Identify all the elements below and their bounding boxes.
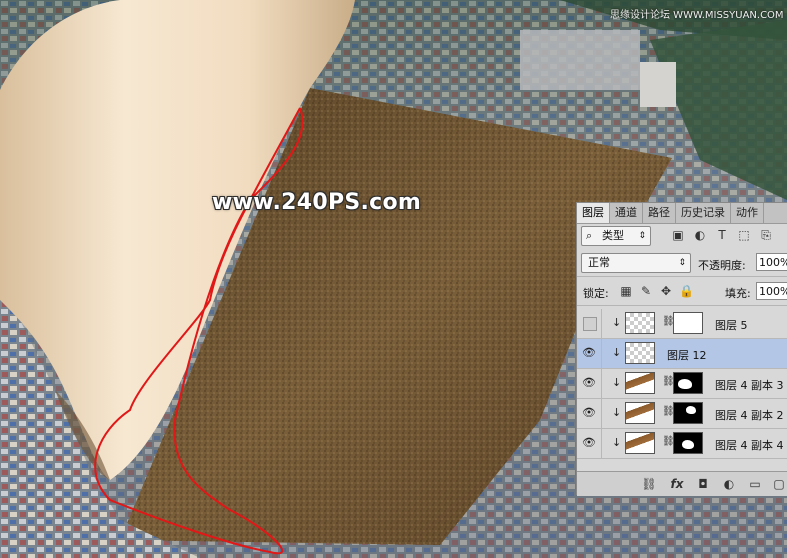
layer-thumbnail [625,432,655,454]
new-layer-icon[interactable]: ▢ [771,476,787,492]
layer-row[interactable]: 👁 ↓ ⛓ 图层 4 副本 4 [577,429,787,459]
layer-name[interactable]: 图层 5 [715,317,748,333]
eye-icon[interactable]: 👁 [581,406,597,420]
filter-kind-label: 类型 [602,229,624,242]
eye-icon[interactable]: 👁 [581,346,597,360]
layer-name[interactable]: 图层 4 副本 2 [715,407,784,423]
blend-mode-select[interactable]: 正常 ⇕ [581,253,691,273]
layer-name[interactable]: 图层 4 副本 3 [715,377,784,393]
layer-row[interactable]: 👁 ↓ ⛓ 图层 4 副本 2 [577,399,787,429]
filter-kind-select[interactable]: ⌕ 类型 ⇕ [581,226,651,246]
layer-thumbnail [625,402,655,424]
clip-arrow-icon: ↓ [612,346,622,359]
image-filter-icon[interactable]: ▣ [671,228,685,242]
tab-layers[interactable]: 图层 [577,203,610,223]
clip-arrow-icon: ↓ [612,436,622,449]
layers-list: ↓ ⛓ 图层 5 👁 ↓ 图层 12 👁 ↓ ⛓ 图层 4 副本 3 👁 ↓ ⛓… [577,309,787,469]
adjustment-layer-icon[interactable]: ◐ [721,476,737,492]
fill-input[interactable]: 100% [756,282,787,300]
layer-row-selected[interactable]: 👁 ↓ 图层 12 [577,339,787,369]
layer-mask-thumbnail[interactable] [673,432,703,454]
clip-arrow-icon: ↓ [612,376,622,389]
tab-history[interactable]: 历史记录 [676,203,731,223]
opacity-label: 不透明度: [698,259,746,272]
filter-row: ⌕ 类型 ⇕ ▣ ◐ T ⬚ ⎘ [577,224,787,248]
lock-transparent-icon[interactable]: ▦ [619,284,633,298]
layer-mask-thumbnail[interactable] [673,402,703,424]
lock-brush-icon[interactable]: ✎ [639,284,653,298]
opacity-input[interactable]: 100% [756,253,787,271]
site-watermark: 思缘设计论坛 WWW.MISSYUAN.COM [610,10,784,21]
eye-icon[interactable]: 👁 [581,436,597,450]
chevron-updown-icon: ⇕ [638,231,646,241]
eye-divider [601,429,602,458]
eye-divider [601,339,602,368]
shape-filter-icon[interactable]: ⬚ [737,228,751,242]
lock-label: 锁定: [583,287,609,300]
tab-paths[interactable]: 路径 [643,203,676,223]
chevron-updown-icon: ⇕ [678,258,686,268]
clip-arrow-icon: ↓ [612,406,622,419]
smart-object-filter-icon[interactable]: ⎘ [759,228,773,242]
layer-thumbnail [625,372,655,394]
search-icon: ⌕ [586,229,593,242]
lock-all-icon[interactable]: 🔒 [679,284,694,298]
eye-icon[interactable]: 👁 [581,376,597,390]
eye-divider [601,369,602,398]
type-filter-icon[interactable]: T [715,228,729,242]
panel-tabs: 图层 通道 路径 历史记录 动作 [577,203,787,224]
tab-actions[interactable]: 动作 [731,203,764,223]
eye-divider [601,309,602,338]
layer-mask-thumbnail[interactable] [673,312,703,334]
add-mask-icon[interactable]: ◘ [695,476,711,492]
layer-name[interactable]: 图层 4 副本 4 [715,437,784,453]
layer-row[interactable]: ↓ ⛓ 图层 5 [577,309,787,339]
layer-name[interactable]: 图层 12 [667,347,707,363]
layers-panel: 图层 通道 路径 历史记录 动作 ⌕ 类型 ⇕ ▣ ◐ T ⬚ ⎘ 正常 ⇕ 不… [576,202,787,496]
layer-thumbnail [625,312,655,334]
lock-row: 锁定: ▦ ✎ ✥ 🔒 填充: 100% [577,277,787,306]
adjustment-filter-icon[interactable]: ◐ [693,228,707,242]
lock-position-icon[interactable]: ✥ [659,284,673,298]
blend-mode-label: 正常 [588,256,610,269]
visibility-toggle[interactable] [583,317,597,331]
link-layers-icon[interactable]: ⛓ [641,476,657,492]
clip-arrow-icon: ↓ [612,316,622,329]
layer-row[interactable]: 👁 ↓ ⛓ 图层 4 副本 3 [577,369,787,399]
blend-row: 正常 ⇕ 不透明度: 100% [577,250,787,277]
group-folder-icon[interactable]: ▭ [747,476,763,492]
tab-channels[interactable]: 通道 [610,203,643,223]
fill-label: 填充: [725,287,751,300]
eye-divider [601,399,602,428]
layer-mask-thumbnail[interactable] [673,372,703,394]
layer-thumbnail [625,342,655,364]
fx-icon[interactable]: fx [669,476,685,492]
watermark-text: www.240PS.com [212,190,422,215]
panel-bottom-toolbar: ⛓ fx ◘ ◐ ▭ ▢ [577,471,787,496]
